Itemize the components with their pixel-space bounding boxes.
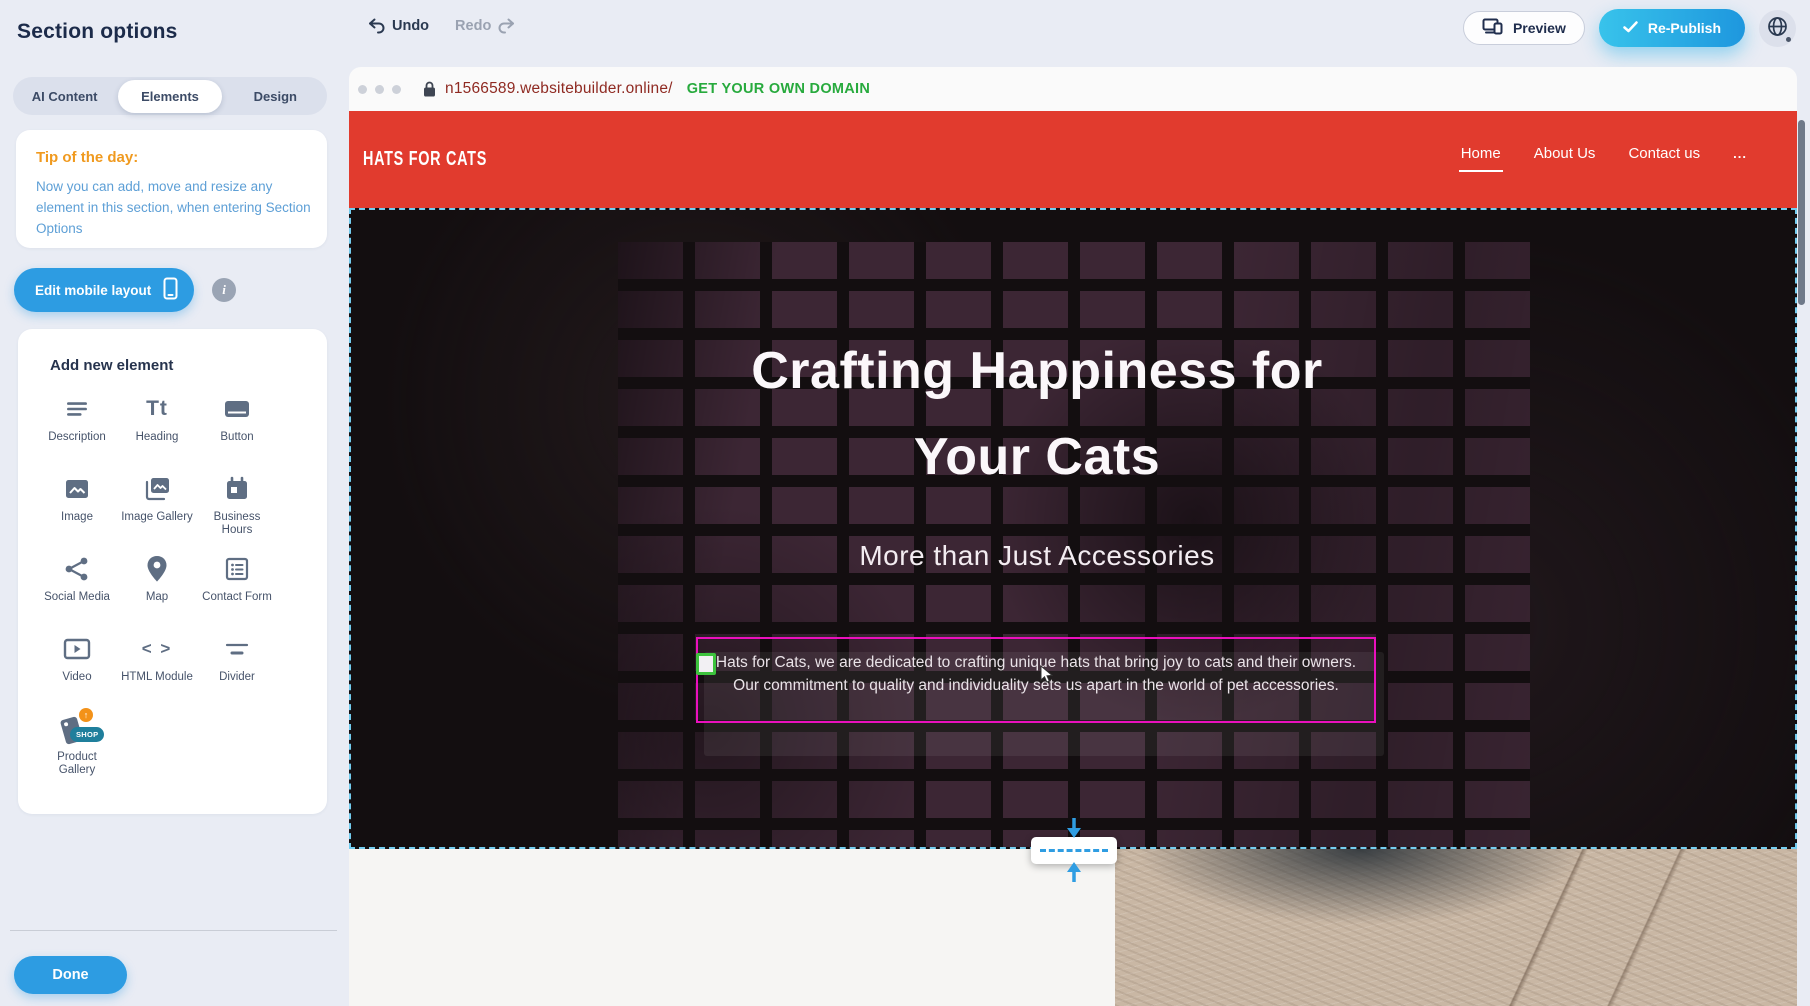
site-nav: Home About Us Contact us ... bbox=[1461, 145, 1747, 162]
browser-bar: n1566589.websitebuilder.online/ GET YOUR… bbox=[349, 67, 1797, 111]
site-logo[interactable]: HATS FOR CATS bbox=[363, 148, 487, 171]
nav-contact-us[interactable]: Contact us bbox=[1628, 145, 1700, 162]
site-url[interactable]: n1566589.websitebuilder.online/ bbox=[445, 80, 673, 98]
element-divider[interactable]: Divider bbox=[197, 628, 277, 708]
button-icon bbox=[220, 392, 254, 426]
product-gallery-icon: ↑ SHOP bbox=[60, 712, 94, 746]
screen: Section options Undo Redo Preview Re-P bbox=[0, 0, 1810, 1006]
redo-label: Redo bbox=[455, 18, 491, 34]
selected-text-element[interactable]: Hats for Cats, we are dedicated to craft… bbox=[696, 637, 1376, 723]
hero-heading[interactable]: Crafting Happiness for Your Cats bbox=[351, 328, 1723, 500]
element-drag-handle[interactable] bbox=[696, 653, 716, 675]
edit-mobile-layout-button[interactable]: Edit mobile layout bbox=[14, 268, 194, 312]
history-controls: Undo Redo bbox=[368, 18, 515, 34]
window-dots bbox=[358, 85, 401, 94]
site-header: HATS FOR CATS Home About Us Contact us .… bbox=[349, 111, 1797, 208]
hero-paragraph: Hats for Cats, we are dedicated to craft… bbox=[698, 639, 1374, 697]
tab-ai-content[interactable]: AI Content bbox=[13, 80, 116, 113]
lock-icon bbox=[423, 81, 436, 97]
tip-body: Now you can add, move and resize any ele… bbox=[36, 177, 324, 240]
preview-devices-icon bbox=[1482, 18, 1504, 38]
tab-design[interactable]: Design bbox=[224, 80, 327, 113]
phone-icon bbox=[163, 277, 178, 303]
mouse-cursor bbox=[1040, 665, 1054, 689]
globe-icon bbox=[1767, 16, 1788, 40]
get-domain-link[interactable]: GET YOUR OWN DOMAIN bbox=[687, 81, 870, 97]
image-icon bbox=[60, 472, 94, 506]
description-icon bbox=[60, 392, 94, 426]
element-video[interactable]: Video bbox=[37, 628, 117, 708]
undo-button[interactable]: Undo bbox=[368, 18, 429, 34]
html-module-icon bbox=[140, 632, 174, 666]
upgrade-arrow-badge: ↑ bbox=[79, 708, 93, 722]
globe-notch bbox=[1786, 37, 1791, 42]
nav-about-us[interactable]: About Us bbox=[1534, 145, 1596, 162]
redo-icon bbox=[498, 18, 515, 34]
site-canvas: n1566589.websitebuilder.online/ GET YOUR… bbox=[349, 67, 1797, 1006]
sidebar-divider bbox=[10, 930, 337, 931]
image-gallery-icon bbox=[140, 472, 174, 506]
video-icon bbox=[60, 632, 94, 666]
undo-label: Undo bbox=[392, 18, 429, 34]
next-section-blank bbox=[349, 849, 1115, 1006]
preview-button[interactable]: Preview bbox=[1463, 11, 1585, 45]
preview-label: Preview bbox=[1513, 20, 1566, 36]
divider-icon bbox=[220, 632, 254, 666]
edit-mobile-label: Edit mobile layout bbox=[35, 283, 151, 298]
element-product-gallery[interactable]: ↑ SHOP Product Gallery bbox=[37, 708, 117, 788]
language-globe-button[interactable] bbox=[1759, 10, 1796, 47]
redo-button[interactable]: Redo bbox=[455, 18, 515, 34]
contact-form-icon bbox=[220, 552, 254, 586]
scrollbar-thumb[interactable] bbox=[1798, 120, 1805, 305]
tip-of-the-day-card: Tip of the day: Now you can add, move an… bbox=[16, 130, 327, 248]
element-description[interactable]: Description bbox=[37, 388, 117, 468]
add-element-card: Add new element Description Heading Butt… bbox=[18, 329, 327, 814]
element-image[interactable]: Image bbox=[37, 468, 117, 548]
republish-button[interactable]: Re-Publish bbox=[1599, 9, 1745, 47]
topbar-actions: Preview Re-Publish bbox=[1463, 9, 1796, 47]
mobile-layout-row: Edit mobile layout i bbox=[14, 268, 236, 312]
element-social-media[interactable]: Social Media bbox=[37, 548, 117, 628]
shop-badge: SHOP bbox=[70, 727, 104, 742]
add-element-title: Add new element bbox=[50, 357, 327, 374]
element-button[interactable]: Button bbox=[197, 388, 277, 468]
done-button[interactable]: Done bbox=[14, 956, 127, 994]
nav-home[interactable]: Home bbox=[1461, 145, 1501, 162]
element-html-module[interactable]: HTML Module bbox=[117, 628, 197, 708]
pavement-photo bbox=[1115, 849, 1797, 1006]
business-hours-icon bbox=[220, 472, 254, 506]
panel-tabs: AI Content Elements Design bbox=[13, 77, 327, 115]
undo-icon bbox=[368, 18, 385, 34]
check-icon bbox=[1623, 20, 1638, 36]
tab-elements[interactable]: Elements bbox=[118, 80, 221, 113]
hero-subheading[interactable]: More than Just Accessories bbox=[351, 540, 1723, 572]
element-image-gallery[interactable]: Image Gallery bbox=[117, 468, 197, 548]
republish-label: Re-Publish bbox=[1648, 20, 1721, 36]
page-title: Section options bbox=[17, 20, 178, 44]
element-contact-form[interactable]: Contact Form bbox=[197, 548, 277, 628]
element-heading[interactable]: Heading bbox=[117, 388, 197, 468]
map-icon bbox=[140, 552, 174, 586]
heading-icon bbox=[140, 392, 174, 426]
resize-dash-line bbox=[1040, 849, 1108, 852]
hero-section[interactable]: Crafting Happiness for Your Cats More th… bbox=[349, 208, 1797, 849]
tip-heading: Tip of the day: bbox=[36, 149, 307, 166]
section-resize-handle[interactable] bbox=[1031, 837, 1117, 864]
nav-more-button[interactable]: ... bbox=[1733, 146, 1747, 161]
social-media-icon bbox=[60, 552, 94, 586]
element-map[interactable]: Map bbox=[117, 548, 197, 628]
element-grid: Description Heading Button Image bbox=[18, 388, 327, 788]
next-section[interactable] bbox=[349, 849, 1797, 1006]
element-business-hours[interactable]: Business Hours bbox=[197, 468, 277, 548]
info-icon[interactable]: i bbox=[212, 278, 236, 302]
